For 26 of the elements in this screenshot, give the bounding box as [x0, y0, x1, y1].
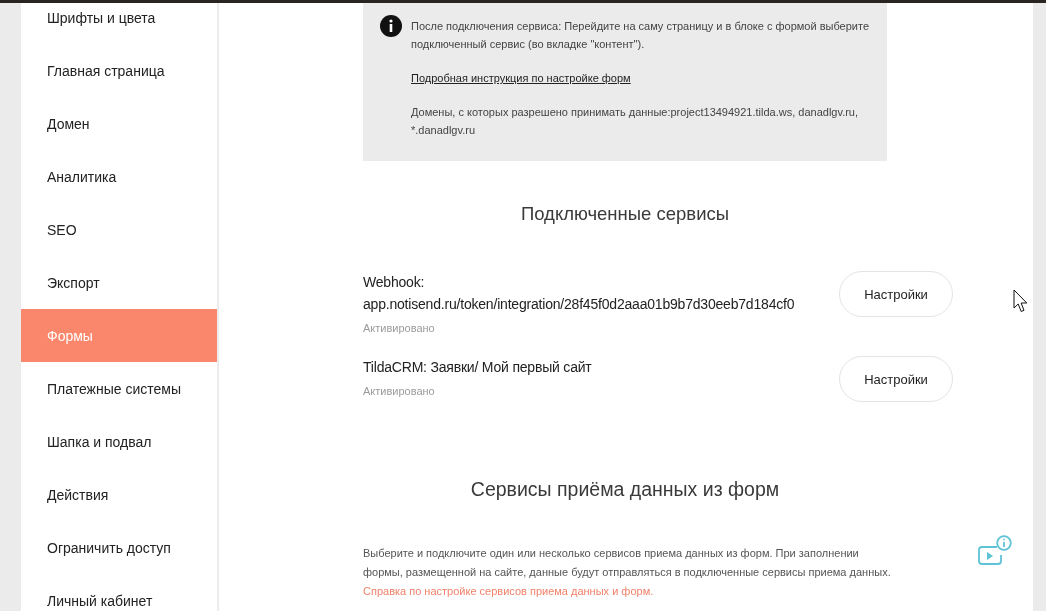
sidebar-item[interactable]: Аналитика [21, 150, 217, 203]
service-name: Webhook: app.notisend.ru/token/integration/28f45f0d2aaa01b9b7d30eeb7d184cf0 [363, 273, 796, 314]
sidebar-item[interactable]: Шрифты и цвета [21, 3, 217, 44]
sidebar-item[interactable]: Ограничить доступ [21, 521, 217, 574]
sidebar-item[interactable]: Платежные системы [21, 362, 217, 415]
sidebar-item[interactable]: Личный кабинет [21, 574, 217, 611]
sidebar-item[interactable]: Главная страница [21, 44, 217, 97]
service-status: Активировано [363, 321, 436, 335]
section-heading: Подключенные сервисы [519, 202, 731, 226]
sidebar-item[interactable]: SEO [21, 203, 217, 256]
domains-text: Домены, с которых разрешено принимать данные:project13494921.tilda.ws, danadlgv.ru, *.danadlgv.ru [411, 105, 860, 138]
sidebar-item[interactable]: Действия [21, 468, 217, 521]
mouse-pointer-icon [1013, 289, 1028, 313]
section-heading: Сервисы приёма данных из форм [469, 477, 781, 502]
service-status: Активировано [363, 384, 436, 398]
instructions-link[interactable]: Подробная инструкция по настройке форм [411, 69, 631, 87]
settings-button[interactable]: Настройки [839, 356, 953, 402]
service-name: TildaCRM: Заявки/ Мой первый сайт [363, 358, 593, 377]
sidebar-item[interactable]: Экспорт [21, 256, 217, 309]
info-icon [380, 15, 402, 37]
settings-button[interactable]: Настройки [839, 271, 953, 317]
sidebar-item[interactable]: Домен [21, 97, 217, 150]
sidebar-item[interactable]: Шапка и подвал [21, 415, 217, 468]
video-help-icon[interactable] [978, 535, 1012, 566]
info-text: После подключения сервиса: Перейдите на саму страницу и в блоке с формой выберите подключенный сервис (во вкладке "контент"). [411, 19, 870, 52]
description-text: Выберите и подключите один или несколько сервисов приема данных из форм. При заполнении формы, размещенной на сайте, данные будут отправляться в подключенные сервисы приема данных. [363, 546, 892, 580]
